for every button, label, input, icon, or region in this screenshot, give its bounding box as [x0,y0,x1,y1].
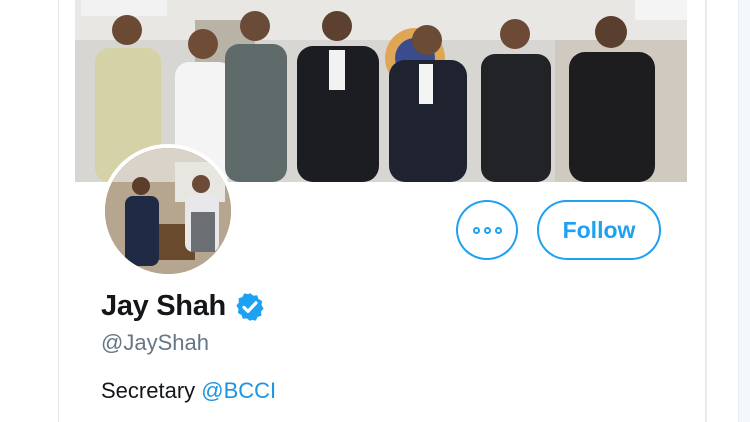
display-name: Jay Shah [101,290,226,322]
avatar-photo [105,148,231,274]
profile-handle: @JayShah [101,330,209,355]
more-options-icon [494,226,502,234]
bio-mention-link[interactable]: @BCCI [201,378,276,403]
name-row: Jay Shah [101,290,266,323]
more-options-button[interactable] [456,200,518,260]
follow-button[interactable]: Follow [537,200,661,260]
bio-text: Secretary [101,378,202,403]
profile-bio: Secretary @BCCI [101,378,276,404]
left-gutter [0,0,58,422]
right-scroll-area[interactable] [738,0,750,422]
verified-badge-icon [236,292,264,321]
more-options-icon [483,226,491,234]
more-options-icon [472,226,480,234]
profile-avatar[interactable] [101,144,235,278]
profile-card: Follow Jay Shah @JayShah Secretary @BCCI [58,0,706,422]
